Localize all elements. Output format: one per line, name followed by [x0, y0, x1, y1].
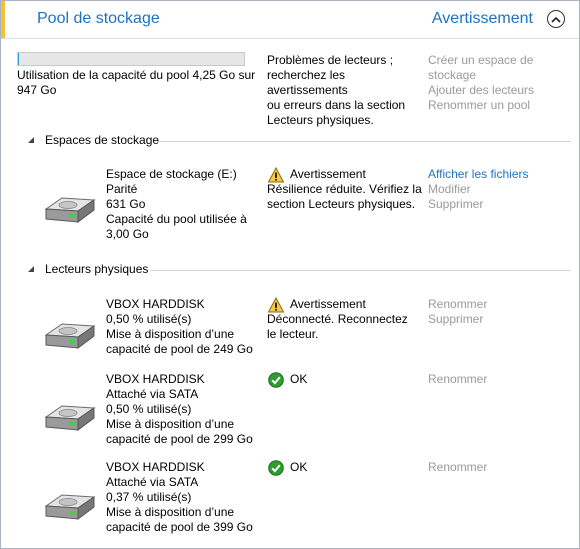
status-line: section Lecteurs physiques.: [267, 197, 416, 211]
warning-accent-bar: [1, 1, 5, 38]
drive-status-title: OK: [290, 372, 308, 386]
drive-status-title: OK: [290, 460, 308, 474]
drive-name: VBOX HARDDISK: [106, 297, 205, 311]
delete-link[interactable]: Supprimer: [428, 197, 578, 212]
drive-actions: Renommer: [428, 372, 578, 387]
physical-drives-section-title: Lecteurs physiques: [45, 262, 149, 276]
physical-drives-section-header[interactable]: Lecteurs physiques: [27, 262, 571, 278]
ok-check-icon: [268, 372, 284, 388]
storage-space-size: 631 Go: [106, 197, 146, 211]
drive-capacity: capacité de pool de 399 Go: [106, 520, 253, 534]
storage-space-resiliency: Parité: [106, 182, 138, 196]
modify-link[interactable]: Modifier: [428, 182, 578, 197]
status-line: Déconnecté. Reconnectez: [267, 312, 408, 326]
storage-space-details: Espace de stockage (E:) Parité 631 Go Ca…: [106, 167, 266, 242]
create-storage-space-label: stockage: [428, 68, 477, 82]
storage-pool-panel: Pool de stockage Avertissement Utilisati…: [0, 0, 580, 549]
drive-name: VBOX HARDDISK: [106, 460, 205, 474]
ok-check-icon: [268, 460, 284, 476]
drive-details: VBOX HARDDISK 0,50 % utilisé(s) Mise à d…: [106, 297, 266, 357]
drive-usage: 0,50 % utilisé(s): [106, 312, 192, 326]
storage-space-name: Espace de stockage (E:): [106, 167, 237, 181]
drive-status-text: Déconnecté. Reconnectez le lecteur.: [267, 312, 427, 342]
pool-capacity-fill: [18, 53, 20, 65]
rename-drive-link[interactable]: Renommer: [428, 372, 578, 387]
rename-drive-link[interactable]: Renommer: [428, 460, 578, 475]
drive-details: VBOX HARDDISK Attaché via SATA 0,37 % ut…: [106, 460, 266, 535]
drive-capacity: capacité de pool de 249 Go: [106, 342, 253, 356]
collapse-triangle-icon: [27, 265, 35, 273]
drive-usage: 0,50 % utilisé(s): [106, 402, 192, 416]
problem-line: Lecteurs physiques.: [267, 113, 374, 127]
pool-actions: Créer un espace de stockage Ajouter des …: [428, 53, 578, 113]
hard-drive-icon: [44, 401, 96, 433]
drive-connection: Attaché via SATA: [106, 387, 199, 401]
pool-header: Pool de stockage Avertissement: [1, 1, 579, 39]
drive-status-title: Avertissement: [290, 297, 366, 311]
view-files-link[interactable]: Afficher les fichiers: [428, 167, 578, 182]
drive-actions: Renommer Supprimer: [428, 297, 578, 327]
storage-spaces-section-title: Espaces de stockage: [45, 133, 160, 147]
drive-capacity: Mise à disposition d’une: [106, 327, 235, 341]
chevron-up-icon: [551, 16, 561, 23]
pool-capacity-bar: [17, 52, 245, 66]
storage-space-usage: Capacité du pool utilisée à: [106, 212, 247, 226]
drive-capacity: capacité de pool de 299 Go: [106, 432, 253, 446]
drive-name: VBOX HARDDISK: [106, 372, 205, 386]
problem-line: recherchez les avertissements: [267, 68, 348, 97]
rename-drive-link[interactable]: Renommer: [428, 297, 578, 312]
create-storage-space-label: Créer un espace de: [428, 53, 534, 67]
hard-drive-icon: [44, 193, 96, 225]
drive-usage: 0,37 % utilisé(s): [106, 490, 192, 504]
warning-icon: [268, 167, 284, 183]
section-divider: [151, 270, 571, 271]
drive-actions: Renommer: [428, 460, 578, 475]
hard-drive-icon: [44, 490, 96, 522]
remove-drive-link[interactable]: Supprimer: [428, 312, 578, 327]
drive-connection: Attaché via SATA: [106, 475, 199, 489]
storage-spaces-section-header[interactable]: Espaces de stockage: [27, 133, 571, 149]
problem-line: ou erreurs dans la section: [267, 98, 406, 112]
capacity-line: 947 Go: [17, 83, 57, 97]
storage-space-status-title: Avertissement: [290, 167, 366, 181]
collapse-button[interactable]: [547, 10, 565, 28]
storage-space-usage: 3,00 Go: [106, 227, 149, 241]
pool-status: Avertissement: [431, 10, 533, 27]
drive-capacity: Mise à disposition d’une: [106, 417, 235, 431]
capacity-line: Utilisation de la capacité du pool 4,25 …: [17, 68, 256, 82]
drive-capacity: Mise à disposition d’une: [106, 505, 235, 519]
add-drives-link[interactable]: Ajouter des lecteurs: [428, 83, 578, 98]
rename-pool-link[interactable]: Renommer un pool: [428, 98, 578, 113]
problem-line: Problèmes de lecteurs ;: [267, 53, 394, 67]
pool-title: Pool de stockage: [37, 10, 160, 27]
status-line: le lecteur.: [267, 327, 319, 341]
hard-drive-icon: [44, 319, 96, 351]
create-storage-space-link[interactable]: Créer un espace de stockage: [428, 53, 578, 83]
storage-space-status-text: Résilience réduite. Vérifiez la section …: [267, 182, 427, 212]
status-line: Résilience réduite. Vérifiez la: [267, 182, 422, 196]
pool-problem-text: Problèmes de lecteurs ; recherchez les a…: [267, 53, 427, 128]
section-divider: [157, 141, 571, 142]
storage-space-actions: Afficher les fichiers Modifier Supprimer: [428, 167, 578, 212]
warning-icon: [268, 297, 284, 313]
drive-details: VBOX HARDDISK Attaché via SATA 0,50 % ut…: [106, 372, 266, 447]
pool-capacity-text: Utilisation de la capacité du pool 4,25 …: [17, 68, 267, 98]
collapse-triangle-icon: [27, 136, 35, 144]
